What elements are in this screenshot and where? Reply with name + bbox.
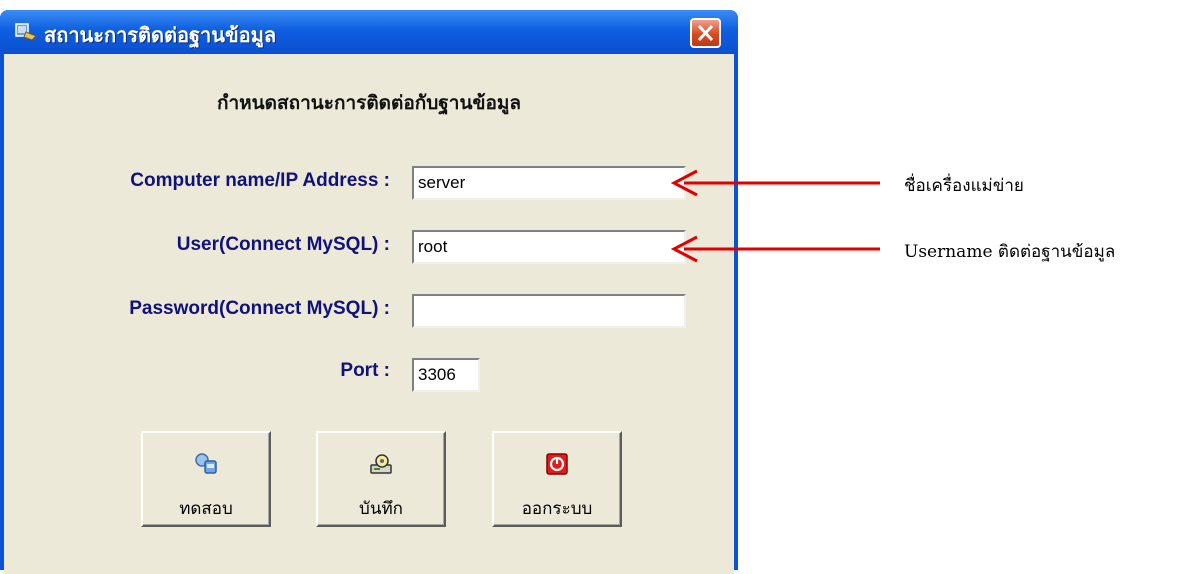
arrow-to-computer-name [670, 169, 880, 197]
server-annotation: ชื่อเครื่องแม่ข่าย [904, 176, 1024, 196]
arrow-to-user [670, 235, 880, 263]
user-annotation: Username ติดต่อฐานข้อมูล [904, 242, 1116, 262]
annotation-arrows [670, 169, 880, 263]
